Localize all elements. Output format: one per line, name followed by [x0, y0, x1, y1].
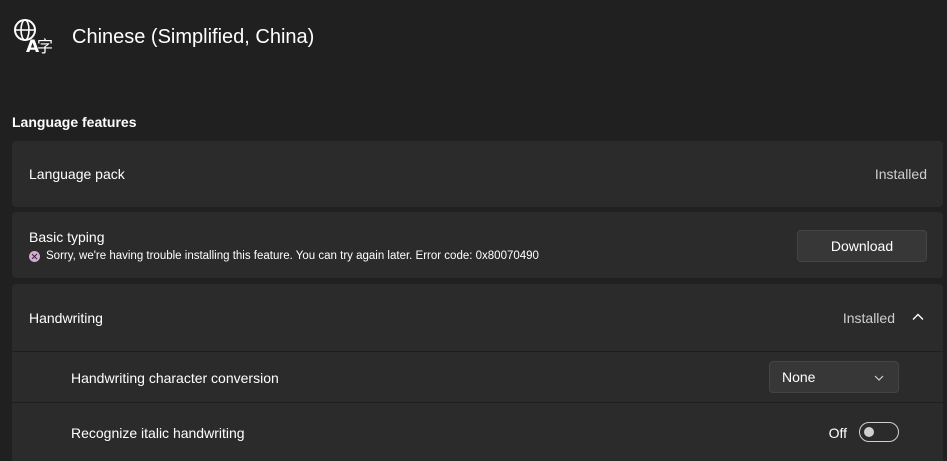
language-pack-label: Language pack	[29, 166, 125, 182]
error-message-row: Sorry, we're having trouble installing t…	[29, 250, 539, 262]
svg-text:字: 字	[37, 37, 53, 56]
char-conversion-dropdown[interactable]: None	[769, 361, 899, 393]
handwriting-status: Installed	[842, 310, 895, 326]
char-conversion-row: Handwriting character conversion None	[12, 352, 943, 403]
toggle-knob	[864, 427, 874, 437]
italic-handwriting-label: Recognize italic handwriting	[71, 425, 245, 441]
basic-typing-label: Basic typing	[29, 229, 105, 245]
italic-handwriting-row: Recognize italic handwriting Off	[12, 403, 943, 461]
chevron-down-icon	[874, 375, 884, 381]
chevron-up-icon[interactable]	[912, 311, 924, 323]
page-title: Chinese (Simplified, China)	[72, 26, 315, 48]
char-conversion-value: None	[782, 369, 816, 385]
char-conversion-label: Handwriting character conversion	[71, 370, 279, 386]
download-button[interactable]: Download	[797, 230, 927, 262]
handwriting-label: Handwriting	[29, 310, 103, 326]
section-title: Language features	[12, 114, 137, 130]
italic-handwriting-toggle[interactable]	[859, 422, 899, 442]
error-icon	[29, 250, 40, 262]
language-icon: A 字	[14, 19, 53, 57]
error-message: Sorry, we're having trouble installing t…	[46, 250, 539, 262]
page-header: A 字 Chinese (Simplified, China)	[12, 16, 314, 60]
basic-typing-card: Basic typing Sorry, we're having trouble…	[12, 212, 943, 278]
italic-toggle-state: Off	[828, 425, 847, 441]
language-pack-card: Language pack Installed	[12, 141, 943, 207]
language-pack-status: Installed	[874, 166, 927, 182]
handwriting-header[interactable]: Handwriting Installed	[12, 284, 943, 352]
handwriting-card: Handwriting Installed Handwriting charac…	[12, 284, 943, 461]
